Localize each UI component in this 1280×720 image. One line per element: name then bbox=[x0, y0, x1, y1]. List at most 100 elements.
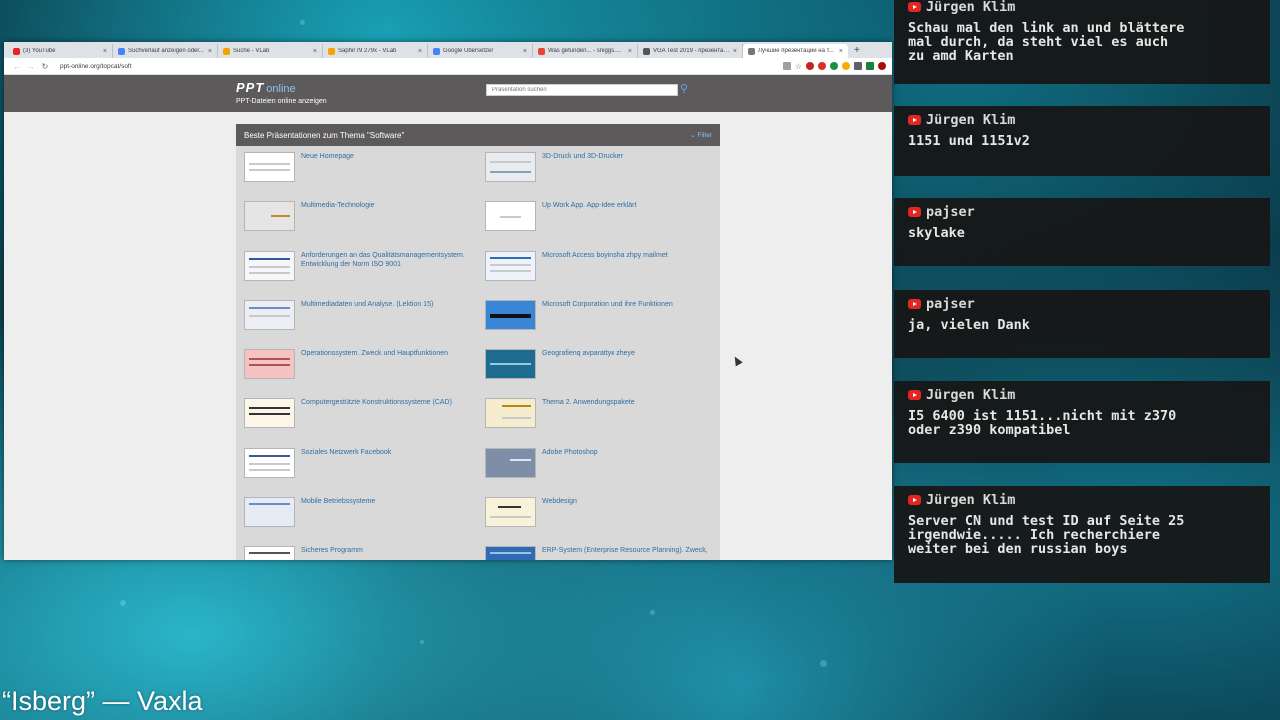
close-icon[interactable]: × bbox=[628, 48, 632, 55]
presentation-thumbnail[interactable] bbox=[244, 398, 295, 429]
browser-tab[interactable]: Google Übersetzer × bbox=[428, 44, 533, 58]
browser-window: (3) YouTube × Suchverlauf anzeigen oder..… bbox=[4, 42, 892, 560]
browser-tab[interactable]: Suche - VLab × bbox=[218, 44, 323, 58]
presentation-title[interactable]: 3D-Druck und 3D-Drucker bbox=[542, 152, 712, 161]
presentation-title[interactable]: Anforderungen an das Qualitätsmanagement… bbox=[301, 251, 471, 269]
chat-text: Schau mal den link an und blättere mal d… bbox=[908, 20, 1185, 64]
browser-tab[interactable]: VGA Test 2019 - презентац... × bbox=[638, 44, 743, 58]
presentation-thumbnail[interactable] bbox=[244, 152, 295, 182]
presentation-item[interactable]: Microsoft Corporation und ihre Funktione… bbox=[485, 299, 720, 349]
presentation-thumbnail[interactable] bbox=[244, 497, 295, 528]
presentation-thumbnail[interactable] bbox=[244, 201, 295, 232]
star-icon[interactable]: ☆ bbox=[795, 62, 802, 71]
presentation-item[interactable]: Multimedia-Technologie bbox=[244, 201, 485, 250]
presentation-thumbnail[interactable] bbox=[485, 299, 536, 330]
profile-avatar[interactable] bbox=[878, 62, 886, 70]
chat-author: Jürgen Klim bbox=[908, 492, 1260, 508]
close-icon[interactable]: × bbox=[103, 48, 107, 55]
background-speck bbox=[820, 660, 827, 667]
presentation-thumbnail[interactable] bbox=[485, 349, 536, 380]
forward-arrow-icon[interactable]: → bbox=[24, 62, 38, 71]
presentation-title[interactable]: Computergestützte Konstruktionssysteme (… bbox=[301, 398, 471, 407]
presentation-thumbnail[interactable] bbox=[485, 497, 536, 528]
logo-online: online bbox=[266, 83, 296, 95]
browser-tab[interactable]: (3) YouTube × bbox=[8, 44, 113, 58]
youtube-icon bbox=[908, 390, 921, 400]
presentation-thumbnail[interactable] bbox=[485, 447, 536, 478]
presentation-title[interactable]: Mobile Betriebssysteme bbox=[301, 497, 471, 506]
tab-label: Suchverlauf anzeigen oder... bbox=[128, 48, 205, 54]
presentation-title[interactable]: Multimedia-Technologie bbox=[301, 201, 471, 210]
presentation-item[interactable]: Microsoft Access boyinsha zhpy mailmet bbox=[485, 250, 720, 300]
presentation-title[interactable]: Soziales Netzwerk Facebook bbox=[301, 448, 471, 457]
presentation-thumbnail[interactable] bbox=[244, 349, 295, 380]
filter-button[interactable]: ⌄ Filter bbox=[690, 131, 712, 139]
presentation-title[interactable]: Microsoft Corporation und ihre Funktione… bbox=[542, 300, 712, 309]
close-icon[interactable]: × bbox=[733, 48, 737, 55]
presentation-item[interactable]: Operationssystem. Zweck und Hauptfunktio… bbox=[244, 349, 485, 398]
close-icon[interactable]: × bbox=[313, 48, 317, 55]
extension-icon[interactable] bbox=[854, 62, 862, 70]
presentation-title[interactable]: Thema 2. Anwendungspakete bbox=[542, 398, 712, 407]
extension-icon[interactable] bbox=[842, 62, 850, 70]
presentation-thumbnail[interactable] bbox=[244, 299, 295, 330]
presentation-title[interactable]: Microsoft Access boyinsha zhpy mailmet bbox=[542, 251, 712, 260]
extension-icon[interactable] bbox=[830, 62, 838, 70]
presentation-item[interactable]: Neue Homepage bbox=[244, 152, 485, 201]
presentation-title[interactable]: Neue Homepage bbox=[301, 152, 471, 161]
presentation-thumbnail[interactable] bbox=[485, 201, 536, 232]
new-tab-button[interactable]: + bbox=[854, 44, 860, 58]
presentation-title[interactable]: Multimediadaten und Analyse. (Lektion 15… bbox=[301, 300, 471, 309]
presentation-thumbnail[interactable] bbox=[244, 447, 295, 478]
browser-tab[interactable]: Suchverlauf anzeigen oder... × bbox=[113, 44, 218, 58]
close-icon[interactable]: × bbox=[418, 48, 422, 55]
presentation-title[interactable]: Sicheres Programm bbox=[301, 546, 471, 555]
chat-message: Jürgen Klim Server CN und test ID auf Se… bbox=[894, 486, 1270, 583]
presentation-item[interactable]: Geografienq avparattyк zheye bbox=[485, 349, 720, 398]
presentation-thumbnail[interactable] bbox=[485, 152, 536, 182]
presentation-title[interactable]: ERP-System (Enterprise Resource Planning… bbox=[542, 546, 712, 555]
close-icon[interactable]: × bbox=[523, 48, 527, 55]
presentation-thumbnail[interactable] bbox=[485, 398, 536, 429]
presentation-item[interactable]: Anforderungen an das Qualitätsmanagement… bbox=[244, 250, 485, 300]
reload-icon[interactable]: ↻ bbox=[38, 62, 52, 71]
url-field[interactable]: ppt-online.org/topcat/soft bbox=[60, 63, 779, 70]
presentation-item[interactable]: Sicheres Programm bbox=[244, 546, 485, 560]
close-icon[interactable]: × bbox=[208, 48, 212, 55]
close-icon[interactable]: × bbox=[839, 48, 843, 55]
presentation-item[interactable]: Multimediadaten und Analyse. (Lektion 15… bbox=[244, 299, 485, 349]
search-input[interactable] bbox=[486, 84, 678, 96]
presentation-thumbnail[interactable] bbox=[244, 546, 295, 560]
presentation-item[interactable]: Adobe Photoshop bbox=[485, 447, 720, 497]
extension-icon[interactable] bbox=[818, 62, 826, 70]
extension-icon[interactable] bbox=[806, 62, 814, 70]
presentation-title[interactable]: Geografienq avparattyк zheye bbox=[542, 349, 712, 358]
browser-tab-active[interactable]: Лучшие презентации на т... × bbox=[743, 44, 848, 58]
presentation-thumbnail[interactable] bbox=[244, 250, 295, 281]
presentation-title[interactable]: Webdesign bbox=[542, 497, 712, 506]
chat-message: pajser ja, vielen Dank bbox=[894, 290, 1270, 358]
presentation-item[interactable]: Mobile Betriebssysteme bbox=[244, 497, 485, 546]
browser-tab[interactable]: Saphir r9 279x - VLab × bbox=[323, 44, 428, 58]
presentation-thumbnail[interactable] bbox=[485, 250, 536, 281]
browser-tab[interactable]: Was gefunden... - sniggs.bar... × bbox=[533, 44, 638, 58]
site-logo[interactable]: PPT online PPT-Dateien online anzeigen bbox=[236, 79, 327, 105]
presentation-item[interactable]: Webdesign bbox=[485, 497, 720, 546]
presentation-item[interactable]: ERP-System (Enterprise Resource Planning… bbox=[485, 546, 720, 560]
presentation-item[interactable]: Up Work App. App-Idee erklärt bbox=[485, 201, 720, 250]
search-icon[interactable]: ⚲ bbox=[680, 82, 688, 95]
presentation-thumbnail[interactable] bbox=[485, 546, 536, 560]
presentation-title[interactable]: Up Work App. App-Idee erklärt bbox=[542, 201, 712, 210]
presentation-title[interactable]: Operationssystem. Zweck und Hauptfunktio… bbox=[301, 349, 471, 358]
presentation-item[interactable]: Soziales Netzwerk Facebook bbox=[244, 447, 485, 497]
presentation-item[interactable]: Computergestützte Konstruktionssysteme (… bbox=[244, 398, 485, 447]
tab-label: (3) YouTube bbox=[23, 48, 56, 54]
translate-icon[interactable] bbox=[782, 62, 791, 70]
presentation-title[interactable]: Adobe Photoshop bbox=[542, 448, 712, 457]
chat-text: I5 6400 ist 1151...nicht mit z370 oder z… bbox=[908, 408, 1177, 438]
background-speck bbox=[300, 20, 305, 25]
back-arrow-icon[interactable]: ← bbox=[10, 62, 24, 71]
extension-icon[interactable] bbox=[866, 62, 874, 70]
presentation-item[interactable]: 3D-Druck und 3D-Drucker bbox=[485, 152, 720, 201]
presentation-item[interactable]: Thema 2. Anwendungspakete bbox=[485, 398, 720, 447]
